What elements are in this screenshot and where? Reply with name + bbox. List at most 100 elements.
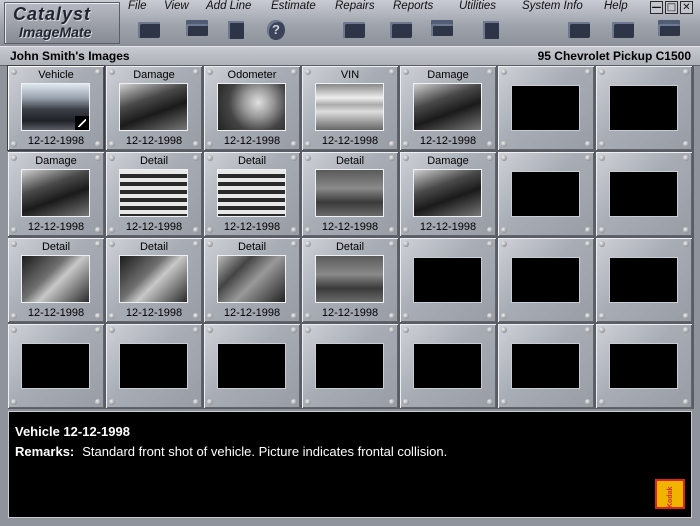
- empty-thumbnail: [609, 85, 678, 131]
- menu-estimate[interactable]: Estimate: [271, 0, 316, 12]
- disk-icon: [483, 21, 499, 39]
- image-thumbnail: [217, 83, 286, 131]
- toolbar-folder2-button[interactable]: [387, 18, 415, 43]
- image-label: Detail: [335, 155, 365, 167]
- logo-line2: ImageMate: [19, 24, 92, 40]
- empty-image-slot[interactable]: [596, 324, 692, 408]
- image-slot[interactable]: Damage 12-12-1998: [400, 66, 496, 150]
- rivet-icon: [501, 399, 507, 405]
- empty-thumbnail: [511, 171, 580, 217]
- image-slot[interactable]: Detail 12-12-1998: [204, 152, 300, 236]
- rivet-icon: [683, 141, 689, 147]
- rivet-icon: [305, 399, 311, 405]
- toolbar-open-button[interactable]: [340, 18, 368, 43]
- resize-corner-icon[interactable]: [75, 116, 89, 130]
- help-icon: ?: [267, 20, 285, 40]
- image-label: Detail: [139, 155, 169, 167]
- pointer-icon: [568, 22, 590, 38]
- empty-image-slot[interactable]: [302, 324, 398, 408]
- empty-image-slot[interactable]: [498, 324, 594, 408]
- toolbar-save-button[interactable]: [222, 18, 250, 43]
- toolbar-stack3-button[interactable]: [655, 18, 683, 43]
- vehicle-title: 95 Chevrolet Pickup C1500: [537, 49, 691, 63]
- image-slot[interactable]: Damage 12-12-1998: [400, 152, 496, 236]
- toolbar-pointer-button[interactable]: [565, 18, 593, 43]
- image-slot[interactable]: Detail 12-12-1998: [302, 152, 398, 236]
- title-toolbar-area: Catalyst ImageMate File View Add Line Es…: [0, 0, 700, 46]
- menu-view[interactable]: View: [164, 0, 189, 12]
- remarks-label: Remarks:: [15, 444, 75, 459]
- empty-thumbnail: [413, 257, 482, 303]
- maximize-button[interactable]: □: [665, 1, 678, 14]
- empty-image-slot[interactable]: [204, 324, 300, 408]
- disk-icon: [228, 21, 244, 39]
- menu-file[interactable]: File: [128, 0, 147, 12]
- menu-utilities[interactable]: Utilities: [459, 0, 496, 12]
- rivet-icon: [683, 313, 689, 319]
- toolbar-save2-button[interactable]: [477, 18, 505, 43]
- image-label: Damage: [35, 155, 77, 167]
- menu-help[interactable]: Help: [604, 0, 628, 12]
- empty-image-slot[interactable]: [400, 238, 496, 322]
- rivet-icon: [403, 241, 409, 247]
- image-header: John Smith's Images 95 Chevrolet Pickup …: [0, 46, 700, 66]
- empty-image-slot[interactable]: [596, 66, 692, 150]
- rivet-icon: [585, 69, 591, 75]
- rivet-icon: [501, 155, 507, 161]
- image-thumbnail: [315, 255, 384, 303]
- image-thumbnail: [119, 169, 188, 217]
- stack-icon: [186, 24, 208, 36]
- rivet-icon: [683, 155, 689, 161]
- close-button[interactable]: ✕: [680, 1, 693, 14]
- rivet-icon: [599, 69, 605, 75]
- folder-icon: [390, 22, 412, 38]
- rivet-icon: [487, 313, 493, 319]
- empty-thumbnail: [119, 343, 188, 389]
- empty-image-slot[interactable]: [498, 152, 594, 236]
- image-label: Detail: [139, 241, 169, 253]
- image-slot[interactable]: Damage 12-12-1998: [8, 152, 104, 236]
- empty-image-slot[interactable]: [106, 324, 202, 408]
- image-date: 12-12-1998: [321, 307, 379, 319]
- empty-image-slot[interactable]: [8, 324, 104, 408]
- rivet-icon: [487, 327, 493, 333]
- image-slot[interactable]: VIN 12-12-1998: [302, 66, 398, 150]
- toolbar-folder3-button[interactable]: [609, 18, 637, 43]
- menu-repairs[interactable]: Repairs: [335, 0, 375, 12]
- rivet-icon: [585, 141, 591, 147]
- image-slot[interactable]: Vehicle 12-12-1998: [8, 66, 104, 150]
- empty-thumbnail: [609, 171, 678, 217]
- image-slot[interactable]: Detail 12-12-1998: [106, 238, 202, 322]
- menu-reports[interactable]: Reports: [393, 0, 433, 12]
- toolbar-help-button[interactable]: ?: [262, 18, 290, 43]
- toolbar-folder-button[interactable]: [135, 18, 163, 43]
- image-slot[interactable]: Detail 12-12-1998: [302, 238, 398, 322]
- empty-image-slot[interactable]: [596, 152, 692, 236]
- rivet-icon: [585, 155, 591, 161]
- rivet-icon: [585, 241, 591, 247]
- empty-image-slot[interactable]: [498, 66, 594, 150]
- image-slot[interactable]: Odometer 12-12-1998: [204, 66, 300, 150]
- menu-system-info[interactable]: System Info: [522, 0, 583, 12]
- image-label: Odometer: [227, 69, 277, 81]
- rivet-icon: [599, 399, 605, 405]
- minimize-button[interactable]: —: [650, 1, 663, 14]
- rivet-icon: [599, 313, 605, 319]
- toolbar-stack2-button[interactable]: [428, 18, 456, 43]
- empty-image-slot[interactable]: [596, 238, 692, 322]
- empty-thumbnail: [609, 257, 678, 303]
- toolbar-stack-button[interactable]: [183, 18, 211, 43]
- image-slot[interactable]: Detail 12-12-1998: [204, 238, 300, 322]
- empty-image-slot[interactable]: [498, 238, 594, 322]
- menu-add-line[interactable]: Add Line: [206, 0, 251, 12]
- image-date: 12-12-1998: [125, 307, 183, 319]
- image-thumbnail: [21, 83, 90, 131]
- rivet-icon: [585, 327, 591, 333]
- image-slot[interactable]: Damage 12-12-1998: [106, 66, 202, 150]
- empty-image-slot[interactable]: [400, 324, 496, 408]
- rivet-icon: [683, 69, 689, 75]
- image-slot[interactable]: Detail 12-12-1998: [8, 238, 104, 322]
- image-date: 12-12-1998: [27, 135, 85, 147]
- rivet-icon: [193, 399, 199, 405]
- image-slot[interactable]: Detail 12-12-1998: [106, 152, 202, 236]
